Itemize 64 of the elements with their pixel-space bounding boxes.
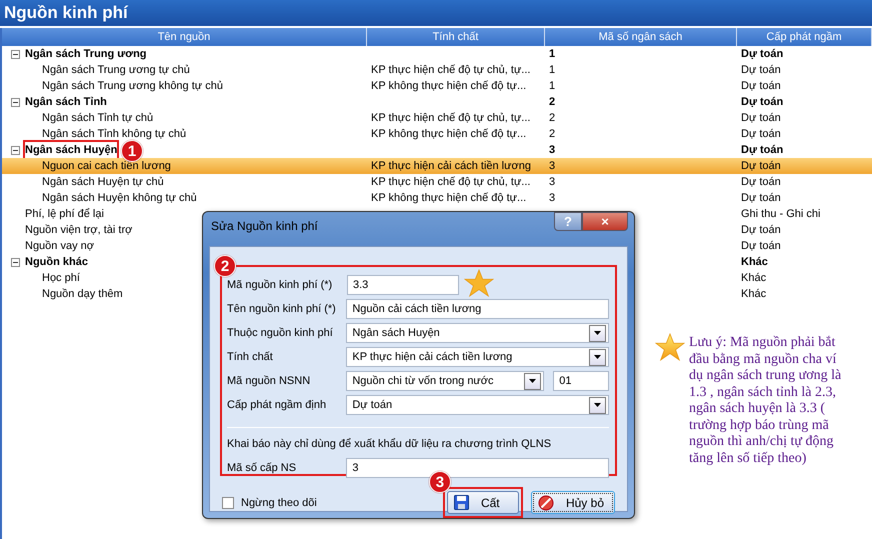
code-cell-text: 1: [548, 63, 556, 78]
source-name: Phí, lệ phí để lại: [25, 207, 104, 222]
checkbox-label: Ngừng theo dõi: [241, 496, 317, 508]
allocation-cell-text: Dự toán: [740, 159, 782, 174]
field-label: Thuộc nguồn kinh phí: [227, 327, 334, 339]
field-label: Mã số cấp NS: [227, 462, 298, 474]
property-cell-text: KP thực hiện chế độ tự chủ, tự...: [370, 111, 532, 126]
code-cell-text: 1: [548, 47, 556, 62]
allocation-cell-text: Khác: [740, 255, 769, 270]
property-cell-text: KP không thực hiện chế độ tự...: [370, 191, 528, 206]
code-cell-text: 2: [548, 95, 556, 110]
code-cell-text: 3: [548, 143, 556, 158]
field-label: Cấp phát ngầm định: [227, 399, 328, 411]
source-name: Nguồn viện trợ, tài trợ: [25, 223, 132, 238]
allocation-cell-text: Dự toán: [740, 95, 784, 110]
source-name: Ngân sách Huyện tự chủ: [42, 175, 164, 190]
code-cell-text: 1: [548, 79, 556, 94]
source-name: Ngân sách Huyện không tự chủ: [42, 191, 197, 206]
step-marker: 1: [121, 140, 143, 162]
allocation-cell-text: Khác: [740, 271, 768, 286]
note-text: Lưu ý: Mã nguồn phải bắt đầu bằng mã nguồn cha ví dụ ngân sách trung ương là 1.3 , ngân sách tỉnh là 2.3, ngân sách huyện là 3.3 ( trường hợp báo trùng mã nguồn thì anh/chị tự động tăng lên số tiếp theo): [689, 335, 842, 467]
allocation-cell-text: Dự toán: [740, 175, 782, 190]
code-cell-text: 3: [548, 159, 556, 174]
allocation-cell-text: Dự toán: [740, 223, 782, 238]
allocation-cell-text: Dự toán: [740, 127, 782, 142]
code-cell-text: 3: [548, 191, 556, 206]
step-marker: 3: [428, 471, 451, 493]
source-name: Nguồn khác: [25, 255, 88, 270]
allocation-cell-text: Dự toán: [740, 111, 782, 126]
allocation-cell-text: Dự toán: [740, 239, 782, 254]
allocation-cell-text: Ghi thu - Ghi chi: [740, 207, 822, 222]
source-name: Nguồn dạy thêm: [42, 287, 123, 302]
property-cell-text: KP thực hiện chế độ tự chủ, tự...: [370, 63, 532, 78]
allocation-cell-text: Khác: [740, 287, 768, 302]
source-name: Ngân sách Huyện: [25, 142, 118, 158]
dialog-title: Sửa Nguồn kinh phí: [211, 219, 318, 233]
property-cell-text: KP thực hiện cải cách tiền lương: [370, 159, 532, 174]
code-cell-text: 2: [548, 111, 556, 126]
code-cell-text: 2: [548, 127, 556, 142]
source-name: Ngân sách Trung ương không tự chủ: [42, 79, 223, 94]
property-cell-text: KP không thực hiện chế độ tự...: [370, 127, 528, 142]
source-name: Học phí: [42, 271, 80, 286]
allocation-cell-text: Dự toán: [740, 191, 782, 206]
window-title: Nguồn kinh phí: [0, 0, 872, 26]
step-marker: 2: [214, 255, 236, 277]
field-label: Tính chất: [227, 351, 274, 363]
source-name: Ngân sách Trung ương tự chủ: [42, 63, 190, 78]
code-cell-text: 3: [548, 175, 556, 190]
section-note: Khai báo này chỉ dùng để xuất khẩu dữ liệu ra chương trình QLNS: [227, 438, 552, 450]
field-label: Mã nguồn NSNN: [227, 375, 312, 387]
allocation-cell-text: Dự toán: [740, 143, 784, 158]
property-cell-text: KP không thực hiện chế độ tự...: [370, 79, 528, 94]
source-name: Nguon cai cach tiền lương: [42, 159, 171, 174]
source-name: Ngân sách Tỉnh không tự chủ: [42, 127, 186, 142]
allocation-cell-text: Dự toán: [740, 47, 784, 62]
source-name: Nguồn vay nợ: [25, 239, 94, 254]
allocation-cell-text: Dự toán: [740, 79, 782, 94]
source-name: Ngân sách Tỉnh tự chủ: [42, 111, 154, 126]
property-cell-text: KP thực hiện chế độ tự chủ, tự...: [370, 175, 532, 190]
source-name: Ngân sách Tỉnh: [25, 95, 107, 110]
field-label: Tên nguồn kinh phí (*): [227, 303, 337, 315]
source-name: Ngân sách Trung ương: [25, 47, 147, 62]
allocation-cell-text: Dự toán: [740, 63, 782, 78]
field-label: Mã nguồn kinh phí (*): [227, 279, 334, 291]
